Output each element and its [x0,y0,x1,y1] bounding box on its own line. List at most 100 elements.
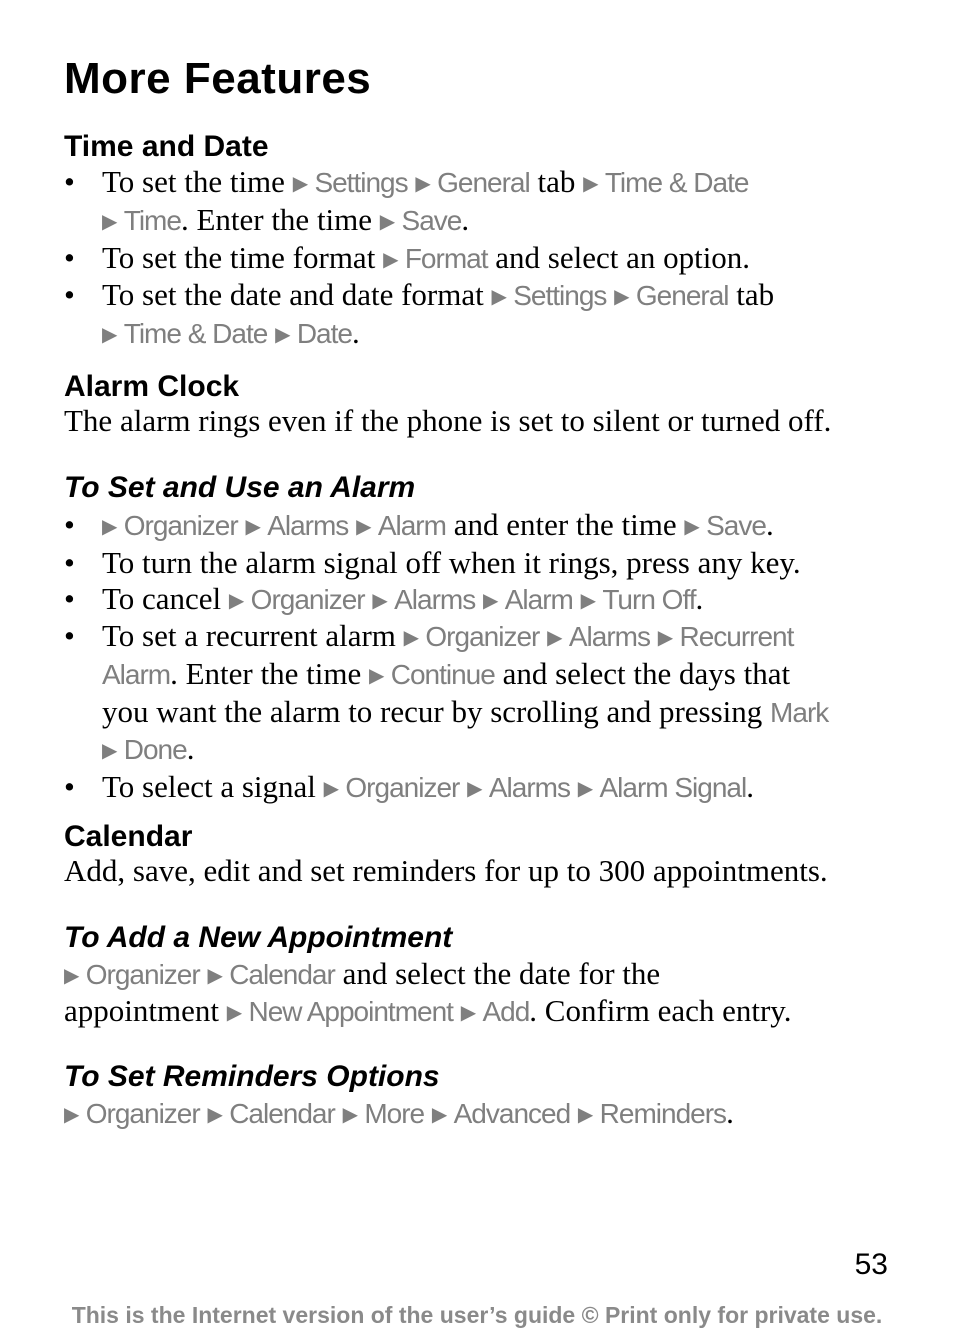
menu-item-recurrent: Recurrent [679,621,794,653]
menu-item-general: General [635,280,730,312]
menu-item-done: Done [123,733,188,765]
arrow-right-icon: ▶ [102,514,124,538]
bullet-icon: • [64,507,75,542]
menu-item-add: Add [482,996,530,1027]
alarm-list: • ▶ Organizer ▶ Alarms ▶ Alarm and enter … [64,507,894,806]
body-text: . [461,201,470,237]
arrow-right-icon: ▶ [657,625,680,650]
body-text: and select the date for the [334,956,661,991]
arrow-right-icon: ▶ [547,625,569,650]
arrow-right-icon: ▶ [583,171,605,195]
body-text: To cancel [102,580,229,616]
body-text [459,769,467,804]
list-item: • To set the date and date format ▶ Setti… [64,277,894,353]
list-item: • To set the time format ▶ Format and sel… [64,240,894,278]
arrow-right-icon: ▶ [577,1102,600,1126]
arrow-right-icon: ▶ [64,1102,86,1126]
arrow-right-icon: ▶ [577,775,600,800]
page-title: More Features [64,54,372,103]
menu-item-organizer: Organizer [250,583,366,615]
menu-item-save: Save [401,204,463,236]
body-text: you want the alarm to recur by scrolling… [102,693,771,729]
arrow-right-icon: ▶ [102,208,124,233]
body-text [570,769,578,804]
arrow-right-icon: ▶ [431,1102,454,1126]
menu-item-settings: Settings [513,280,607,312]
menu-item-alarms: Alarms [267,510,349,541]
body-text [475,581,483,616]
arrow-right-icon: ▶ [275,322,297,347]
menu-item-calendar: Calendar [229,1098,336,1129]
body-text: . [351,315,360,351]
bullet-icon: • [64,618,75,654]
list-item: • To cancel ▶ Organizer ▶ Alarms ▶ Alarm … [64,581,894,619]
menu-item-general: General [437,167,531,198]
body-text: and select an option. [487,239,751,275]
bullet-icon: • [64,277,75,313]
menu-item-alarms: Alarms [394,583,476,615]
subheading-reminders: To Set Reminders Options [64,1060,440,1093]
arrow-right-icon: ▶ [491,284,514,309]
menu-item-date: Date [296,318,353,350]
menu-item-calendar: Calendar [229,959,336,990]
body-text: . Enter the time [180,201,380,237]
bullet-icon: • [64,580,75,616]
arrow-right-icon: ▶ [614,284,636,309]
body-text [539,618,547,653]
bullet-icon: • [64,544,75,580]
body-text: To set a recurrent alarm [102,618,404,654]
list-item: • To turn the alarm signal off when it ri… [64,545,894,581]
section-heading-alarm-clock: Alarm Clock [64,370,240,403]
menu-item-alarm-signal: Alarm Signal [599,771,747,803]
menu-item-alarm: Alarm [377,510,447,541]
section-heading-time-date: Time and Date [64,130,269,163]
menu-item-organizer: Organizer [123,510,239,541]
body-text [650,618,658,653]
menu-item-continue: Continue [390,659,496,691]
arrow-right-icon: ▶ [482,587,505,612]
arrow-right-icon: ▶ [292,171,315,195]
menu-item-time-date: Time & Date [604,167,750,198]
menu-item-alarm: Alarm [102,659,171,691]
arrow-right-icon: ▶ [383,246,405,271]
subheading-add-appointment: To Add a New Appointment [64,921,453,954]
arrow-right-icon: ▶ [684,514,707,538]
menu-item-organizer: Organizer [425,621,540,653]
list-item: • To set a recurrent alarm ▶ Organizer ▶ … [64,618,894,768]
body-text: To select a signal [102,768,324,804]
menu-item-advanced: Advanced [453,1098,572,1129]
list-item: • ▶ Organizer ▶ Alarms ▶ Alarm and enter … [64,507,894,545]
reminders-steps: ▶ Organizer ▶ Calendar ▶ More ▶ Advanced… [64,1095,904,1132]
arrow-right-icon: ▶ [342,1102,365,1126]
menu-item-time: Time [123,204,182,236]
menu-item-alarms: Alarms [488,771,571,803]
menu-item-format: Format [404,242,489,274]
arrow-right-icon: ▶ [368,663,391,688]
arrow-right-icon: ▶ [102,737,124,762]
body-text: . Enter the time [170,656,369,692]
add-appointment-steps: ▶ Organizer ▶ Calendar and select the da… [64,956,904,1030]
body-text [267,315,275,350]
body-text: tab [728,277,775,313]
body-text [453,993,461,1028]
arrow-right-icon: ▶ [580,587,603,612]
arrow-right-icon: ▶ [207,1102,230,1126]
body-text [348,507,356,542]
menu-item-organizer: Organizer [345,771,460,803]
arrow-right-icon: ▶ [228,587,251,612]
body-text: and enter the time [445,507,685,542]
body-text [570,1095,578,1130]
arrow-right-icon: ▶ [356,514,378,538]
menu-item-save: Save [706,510,767,541]
bullet-icon: • [64,239,75,275]
arrow-right-icon: ▶ [207,963,230,987]
body-text: To turn the alarm signal off when it rin… [102,544,801,580]
arrow-right-icon: ▶ [323,775,346,800]
body-text: To set the time [102,164,293,199]
arrow-right-icon: ▶ [415,171,438,195]
bullet-icon: • [64,164,75,199]
body-text: . Confirm each entry. [529,993,792,1028]
calendar-intro: Add, save, edit and set reminders for up… [64,853,828,888]
arrow-right-icon: ▶ [102,322,124,347]
time-date-list: • To set the time ▶ Settings ▶ General ta… [64,164,894,353]
